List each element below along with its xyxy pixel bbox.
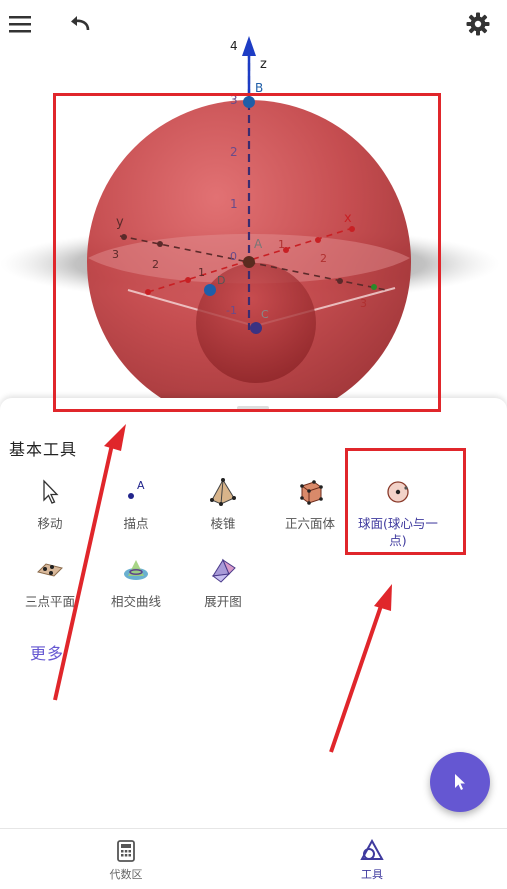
tool-label: 正六面体 (284, 516, 335, 531)
basic-tools-title: 基本工具 (9, 440, 78, 459)
net-icon (211, 558, 236, 583)
tool-label: 移动 (37, 516, 63, 531)
tool-label: 三点平面 (24, 594, 75, 609)
nav-algebra[interactable]: 代数区 (86, 839, 166, 882)
z-tick: 4 (230, 39, 238, 53)
z-axis-arrow (242, 36, 256, 56)
tools-shapes-icon (360, 839, 384, 860)
annotation-box-3d-view (53, 93, 441, 412)
select-mode-fab[interactable] (430, 752, 490, 812)
tool-intersection-curve[interactable]: 相交曲线 (92, 554, 180, 610)
tool-move[interactable]: 移动 (6, 476, 94, 532)
nav-tools[interactable]: 工具 (332, 839, 412, 882)
tool-net[interactable]: 展开图 (179, 554, 267, 610)
nav-label: 工具 (361, 868, 383, 881)
tool-label: 展开图 (204, 594, 242, 609)
cursor-icon (455, 774, 465, 790)
tool-label: 棱锥 (210, 516, 236, 531)
z-axis-label: z (260, 57, 267, 72)
annotation-box-sphere-tool (345, 448, 466, 555)
move-arrow-icon (43, 479, 59, 504)
svg-text:A: A (137, 479, 145, 492)
tool-label: 描点 (123, 516, 149, 531)
intersection-curve-icon (124, 560, 148, 580)
more-tools-link[interactable]: 更多 (30, 640, 64, 664)
pyramid-icon (210, 478, 236, 506)
tool-cube[interactable]: 正六面体 (266, 476, 354, 532)
tool-pyramid[interactable]: 棱锥 (179, 476, 267, 532)
plane-three-points-icon (37, 563, 63, 577)
nav-label: 代数区 (109, 868, 143, 881)
tool-plane-three-points[interactable]: 三点平面 (6, 554, 94, 610)
bottom-navigation: 代数区 工具 (0, 828, 507, 889)
calculator-icon (117, 840, 135, 862)
tool-point[interactable]: A 描点 (92, 476, 180, 532)
cube-icon (300, 480, 323, 505)
point-icon: A (128, 479, 145, 499)
tool-label: 相交曲线 (110, 594, 161, 609)
